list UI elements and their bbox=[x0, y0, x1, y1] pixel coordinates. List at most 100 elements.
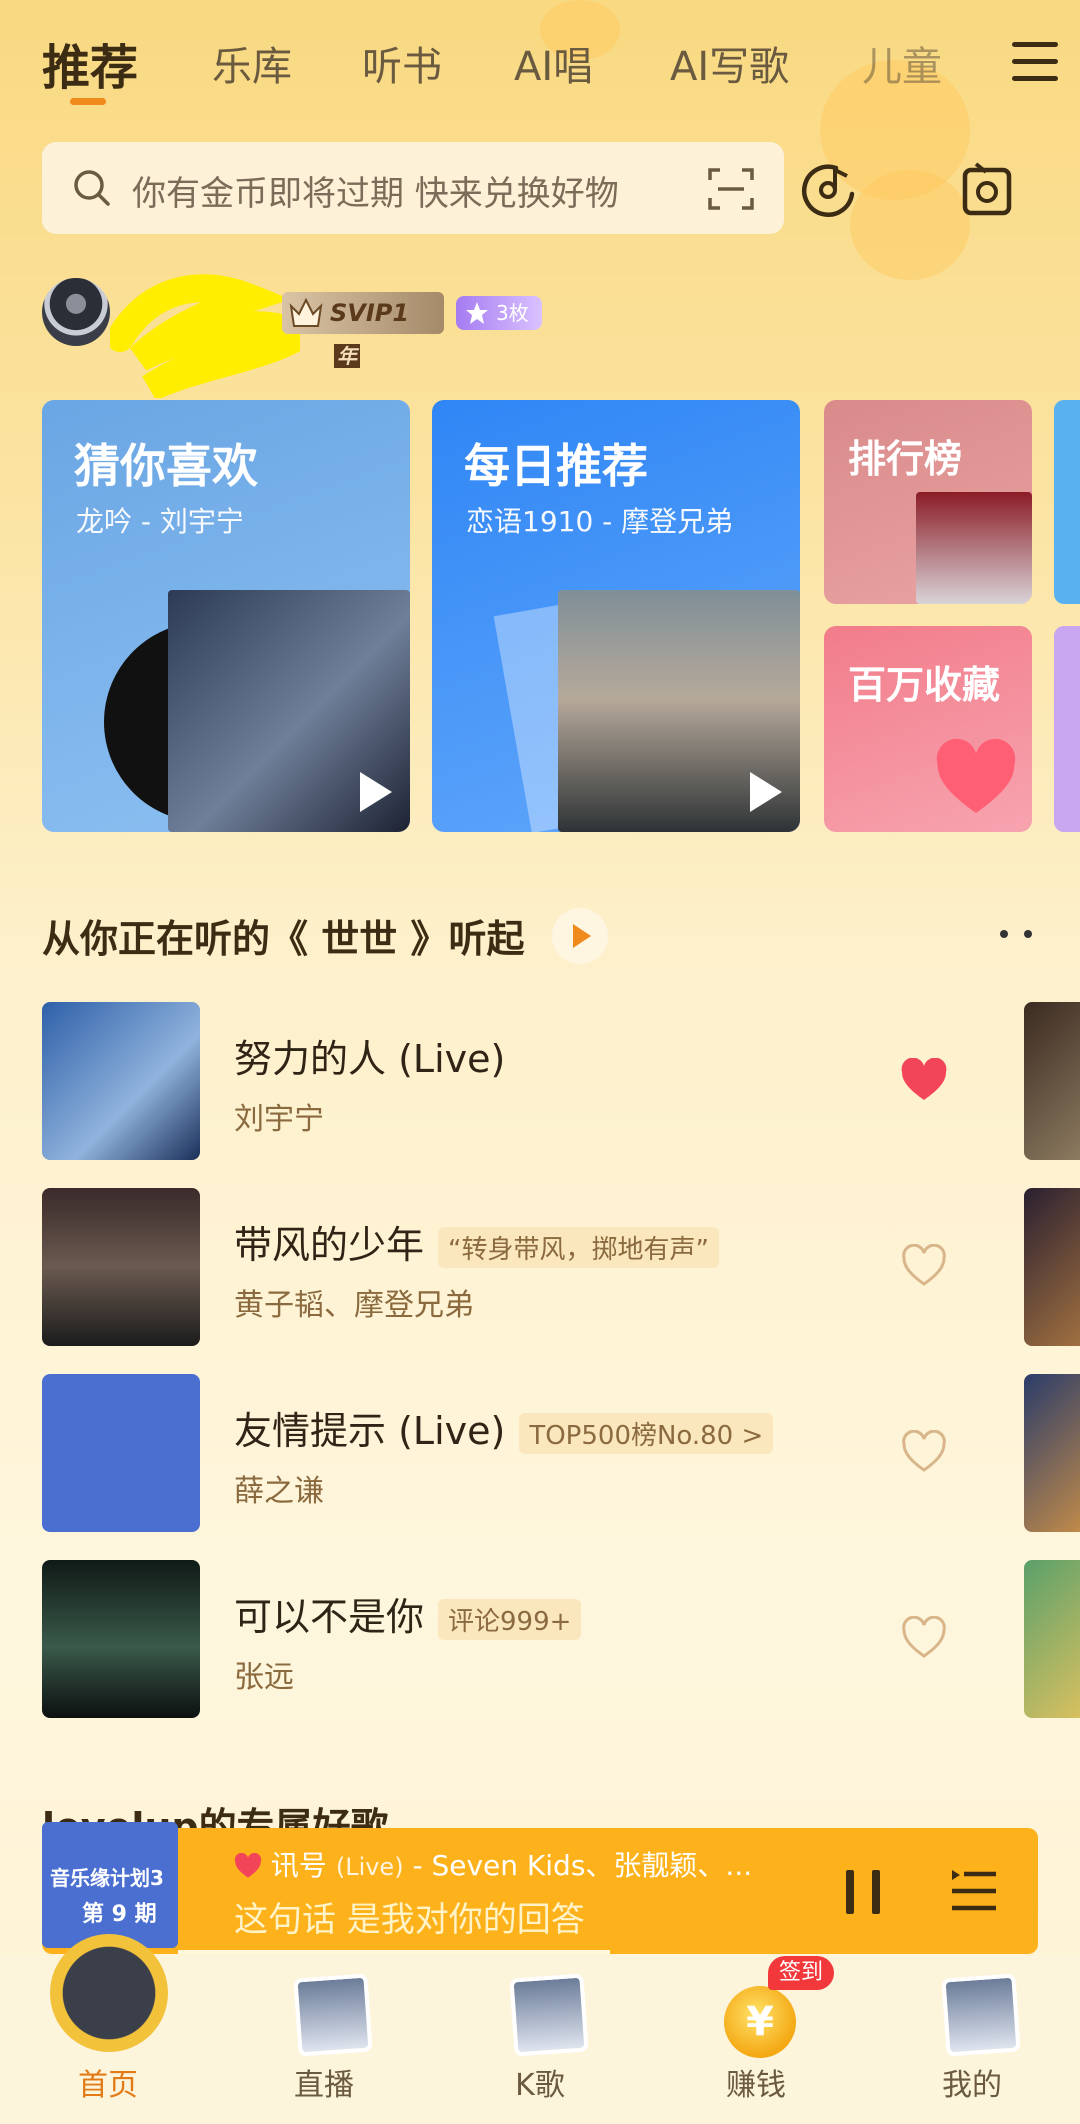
song-artist: 黄子韬、摩登兄弟 bbox=[234, 1288, 474, 1323]
song-artist: 薛之谦 bbox=[234, 1474, 324, 1509]
heart-icon bbox=[936, 738, 1016, 813]
song-title: 友情提示 (Live) TOP500榜No.80 > bbox=[234, 1400, 774, 1455]
tab-recommend[interactable]: 推荐 bbox=[42, 28, 138, 98]
coin-icon: ¥ bbox=[724, 1986, 796, 2058]
badge-count: 3枚 bbox=[496, 301, 529, 325]
medal-badge[interactable]: 3枚 bbox=[456, 296, 542, 330]
section-play-button[interactable] bbox=[552, 908, 608, 964]
playlist-icon[interactable] bbox=[950, 1868, 998, 1914]
play-icon[interactable] bbox=[750, 772, 782, 812]
live-avatar-icon bbox=[293, 1973, 373, 2057]
pause-icon[interactable] bbox=[846, 1870, 882, 1914]
player-track-name: 讯号 bbox=[270, 1849, 327, 1882]
card-subtitle: 龙吟 - 刘宇宁 bbox=[76, 505, 244, 538]
song-cover bbox=[42, 1560, 200, 1718]
active-tab-indicator bbox=[70, 98, 106, 105]
card-charts[interactable]: 排行榜 bbox=[824, 400, 1032, 604]
song-tag[interactable]: TOP500榜No.80 > bbox=[519, 1413, 774, 1454]
music-recognition-icon[interactable] bbox=[798, 160, 860, 218]
song-cover bbox=[42, 1374, 200, 1532]
svip-badge[interactable]: SVIP1 年 bbox=[282, 292, 444, 368]
song-artist: 张远 bbox=[234, 1660, 294, 1695]
song-peek bbox=[1024, 1374, 1080, 1532]
svip-suffix: 年 bbox=[334, 344, 360, 368]
nav-live[interactable]: 直播 bbox=[216, 1956, 432, 2124]
play-icon[interactable] bbox=[360, 772, 392, 812]
more-icon[interactable] bbox=[1000, 930, 1036, 940]
scan-icon[interactable] bbox=[708, 166, 754, 212]
card-title: 排行榜 bbox=[848, 437, 963, 481]
song-tag[interactable]: 评论999+ bbox=[438, 1599, 582, 1640]
tab-ai-sing[interactable]: AI唱 bbox=[514, 34, 593, 92]
liked-heart-icon bbox=[234, 1852, 262, 1878]
song-row[interactable]: 带风的少年 “转身带风，掷地有声” 黄子韬、摩登兄弟 bbox=[42, 1188, 1042, 1346]
nav-label: 赚钱 bbox=[726, 2068, 786, 2103]
card-peek bbox=[1054, 400, 1080, 604]
svip-label: SVIP1 bbox=[330, 299, 410, 327]
song-peek bbox=[1024, 1560, 1080, 1718]
tab-ai-write-song[interactable]: AI写歌 bbox=[670, 34, 789, 92]
song-title: 带风的少年 “转身带风，掷地有声” bbox=[234, 1214, 719, 1269]
player-cover[interactable]: 音乐缘计划3 第 9 期 bbox=[42, 1822, 178, 1948]
nav-mine[interactable]: 我的 bbox=[864, 1956, 1080, 2124]
card-peek bbox=[1054, 626, 1080, 832]
tab-kids[interactable]: 儿童 bbox=[862, 34, 942, 92]
nav-label: 我的 bbox=[942, 2068, 1002, 2103]
cover-text: 音乐缘计划3 bbox=[50, 1866, 164, 1890]
nav-label: 首页 bbox=[78, 2068, 138, 2103]
song-title: 可以不是你 评论999+ bbox=[234, 1586, 582, 1641]
search-input[interactable]: 你有金币即将过期 快来兑换好物 bbox=[132, 166, 692, 215]
search-bar[interactable]: 你有金币即将过期 快来兑换好物 bbox=[42, 142, 784, 234]
song-row[interactable]: 友情提示 (Live) TOP500榜No.80 > 薛之谦 bbox=[42, 1374, 1042, 1532]
card-title: 猜你喜欢 bbox=[74, 439, 258, 493]
song-peek bbox=[1024, 1002, 1080, 1160]
search-icon bbox=[74, 170, 110, 206]
top-tab-bar: 推荐 乐库 听书 AI唱 AI写歌 儿童 bbox=[0, 28, 1080, 105]
card-million-favorites[interactable]: 百万收藏 bbox=[824, 626, 1032, 832]
song-artist: 刘宇宁 bbox=[234, 1102, 324, 1137]
song-title: 努力的人 (Live) bbox=[234, 1037, 506, 1081]
user-avatar[interactable] bbox=[42, 278, 110, 346]
heart-outline-icon[interactable] bbox=[900, 1430, 948, 1474]
card-subtitle: 恋语1910 - 摩登兄弟 bbox=[466, 505, 734, 538]
cover-text: 第 9 期 bbox=[82, 1902, 157, 1927]
chart-cover bbox=[916, 492, 1032, 604]
card-title: 百万收藏 bbox=[848, 663, 1001, 707]
playback-progress[interactable] bbox=[178, 1950, 610, 1954]
heart-outline-icon[interactable] bbox=[900, 1616, 948, 1660]
song-peek bbox=[1024, 1188, 1080, 1346]
nav-label: K歌 bbox=[515, 2068, 565, 2103]
card-daily-recommend[interactable]: 每日推荐 恋语1910 - 摩登兄弟 bbox=[432, 400, 800, 832]
nav-earn[interactable]: ¥ 签到 赚钱 bbox=[648, 1956, 864, 2124]
nav-karaoke[interactable]: K歌 bbox=[432, 1956, 648, 2124]
menu-icon[interactable] bbox=[1012, 42, 1058, 82]
song-row[interactable]: 可以不是你 评论999+ 张远 bbox=[42, 1560, 1042, 1718]
nav-label: 直播 bbox=[294, 2068, 354, 2103]
heart-outline-icon[interactable] bbox=[900, 1244, 948, 1288]
tab-audiobook[interactable]: 听书 bbox=[362, 34, 442, 92]
star-icon bbox=[466, 302, 488, 324]
player-track-info: 讯号 (Live) - Seven Kids、张靓颖、... bbox=[234, 1844, 794, 1884]
crown-icon bbox=[289, 297, 323, 327]
profile-avatar-icon bbox=[941, 1973, 1021, 2057]
player-lyric: 这句话 是我对你的回答 bbox=[234, 1900, 585, 1940]
record-player-icon[interactable] bbox=[962, 162, 1012, 216]
tab-library[interactable]: 乐库 bbox=[212, 34, 292, 92]
player-live-tag: (Live) bbox=[335, 1853, 404, 1881]
signin-badge[interactable]: 签到 bbox=[768, 1956, 834, 1990]
home-avatar-icon bbox=[50, 1934, 168, 2052]
liked-heart-icon[interactable] bbox=[900, 1058, 948, 1102]
redacted-username-scribble bbox=[110, 274, 300, 398]
song-cover bbox=[42, 1188, 200, 1346]
card-guess-you-like[interactable]: 猜你喜欢 龙吟 - 刘宇宁 bbox=[42, 400, 410, 832]
card-title: 每日推荐 bbox=[464, 439, 648, 493]
song-cover bbox=[42, 1002, 200, 1160]
paw-decoration bbox=[850, 170, 970, 280]
song-row[interactable]: 努力的人 (Live) 刘宇宁 bbox=[42, 1002, 1042, 1160]
bottom-nav: 首页 直播 K歌 ¥ 签到 赚钱 我的 bbox=[0, 1934, 1080, 2124]
song-tag: “转身带风，掷地有声” bbox=[438, 1227, 719, 1268]
nav-home[interactable]: 首页 bbox=[0, 1934, 216, 2124]
section-title[interactable]: 从你正在听的《 世世 》听起 bbox=[42, 908, 524, 963]
karaoke-avatar-icon bbox=[509, 1973, 589, 2057]
player-artists: - Seven Kids、张靓颖、... bbox=[412, 1849, 753, 1882]
